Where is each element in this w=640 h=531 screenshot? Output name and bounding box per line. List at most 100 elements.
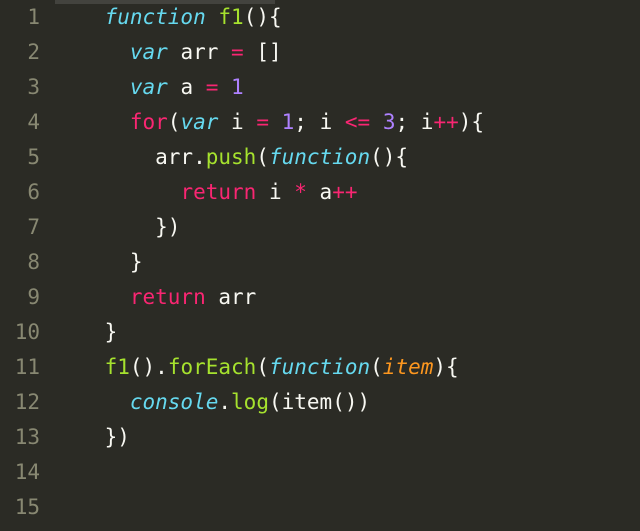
code-token: arr. <box>54 145 206 169</box>
code-token: }) <box>54 425 130 449</box>
line-number: 15 <box>10 490 40 525</box>
line-number: 1 <box>10 0 40 35</box>
code-token: return <box>180 180 256 204</box>
line-number-gutter: 123456789101112131415 <box>0 0 54 531</box>
code-token: i <box>218 110 256 134</box>
code-token: ; <box>396 110 421 134</box>
code-token <box>218 75 231 99</box>
code-token: item <box>383 355 434 379</box>
line-number: 12 <box>10 385 40 420</box>
code-token: * <box>294 180 307 204</box>
code-token <box>54 5 105 29</box>
code-token: = <box>231 40 244 64</box>
line-number: 8 <box>10 245 40 280</box>
line-number: 2 <box>10 35 40 70</box>
code-line[interactable]: console.log(item()) <box>54 385 640 420</box>
code-token: var <box>130 75 168 99</box>
line-number: 4 <box>10 105 40 140</box>
code-token: f1 <box>218 5 243 29</box>
code-token: function <box>269 355 370 379</box>
code-token: arr <box>168 40 231 64</box>
code-line[interactable]: for(var i = 1; i <= 3; i++){ <box>54 105 640 140</box>
code-token <box>54 285 130 309</box>
code-token: console <box>130 390 219 414</box>
code-token: arr <box>206 285 257 309</box>
code-token: <= <box>345 110 370 134</box>
code-token: }) <box>54 215 180 239</box>
line-number: 5 <box>10 140 40 175</box>
code-token: (){ <box>244 5 282 29</box>
line-number: 11 <box>10 350 40 385</box>
code-line[interactable] <box>54 455 640 490</box>
code-editor[interactable]: 123456789101112131415 function f1(){ var… <box>0 0 640 531</box>
code-token <box>54 75 130 99</box>
code-line[interactable]: return arr <box>54 280 640 315</box>
code-token <box>54 180 180 204</box>
line-number: 7 <box>10 210 40 245</box>
code-line[interactable]: }) <box>54 420 640 455</box>
code-token: i <box>421 110 434 134</box>
code-token: forEach <box>168 355 257 379</box>
code-token: push <box>206 145 257 169</box>
code-token: log <box>231 390 269 414</box>
code-token <box>54 110 130 134</box>
code-token: 3 <box>383 110 396 134</box>
code-line[interactable]: arr.push(function(){ <box>54 140 640 175</box>
code-token: ++ <box>433 110 458 134</box>
code-token: ; <box>294 110 319 134</box>
code-token: 1 <box>231 75 244 99</box>
code-token: a <box>307 180 332 204</box>
code-token: ( <box>256 145 269 169</box>
code-token: f1 <box>105 355 130 379</box>
code-token: ++ <box>332 180 357 204</box>
code-line[interactable]: } <box>54 315 640 350</box>
code-token: ){ <box>433 355 458 379</box>
code-token <box>206 5 219 29</box>
code-line[interactable]: return i * a++ <box>54 175 640 210</box>
code-line[interactable]: f1().forEach(function(item){ <box>54 350 640 385</box>
code-line[interactable]: var a = 1 <box>54 70 640 105</box>
code-token: for <box>130 110 168 134</box>
code-token <box>269 110 282 134</box>
code-token: . <box>218 390 231 414</box>
code-line[interactable]: }) <box>54 210 640 245</box>
line-number: 13 <box>10 420 40 455</box>
code-token: [] <box>244 40 282 64</box>
code-token: ()) <box>332 390 370 414</box>
code-token: = <box>206 75 219 99</box>
code-token: var <box>180 110 218 134</box>
code-token: a <box>168 75 206 99</box>
line-number: 9 <box>10 280 40 315</box>
code-token: ){ <box>459 110 484 134</box>
code-token: (){ <box>370 145 408 169</box>
code-token: 1 <box>282 110 295 134</box>
code-line[interactable]: function f1(){ <box>54 0 640 35</box>
code-token: ( <box>370 355 383 379</box>
code-token: function <box>105 5 206 29</box>
code-line[interactable]: } <box>54 245 640 280</box>
code-token: } <box>54 250 143 274</box>
line-number: 3 <box>10 70 40 105</box>
code-token: function <box>269 145 370 169</box>
code-token: } <box>54 320 117 344</box>
code-token: (). <box>130 355 168 379</box>
line-number: 14 <box>10 455 40 490</box>
line-number: 10 <box>10 315 40 350</box>
code-token: ( <box>168 110 181 134</box>
code-token <box>54 390 130 414</box>
code-line[interactable] <box>54 490 640 525</box>
code-area[interactable]: function f1(){ var arr = [] var a = 1 fo… <box>54 0 640 531</box>
code-token: ( <box>269 390 282 414</box>
code-token: ( <box>256 355 269 379</box>
code-token <box>54 40 130 64</box>
code-token: item <box>282 390 333 414</box>
code-token <box>370 110 383 134</box>
code-token: = <box>256 110 269 134</box>
code-line[interactable]: var arr = [] <box>54 35 640 70</box>
code-token: return <box>130 285 206 309</box>
line-number: 6 <box>10 175 40 210</box>
code-token <box>54 355 105 379</box>
code-token: var <box>130 40 168 64</box>
code-token: i <box>256 180 294 204</box>
code-token: i <box>320 110 345 134</box>
